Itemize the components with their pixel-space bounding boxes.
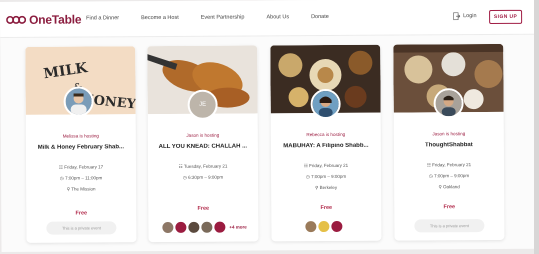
event-title[interactable]: Milk & Honey February Shab... [30, 144, 132, 151]
nav-event-partnership[interactable]: Event Partnership [201, 15, 245, 21]
event-location: ⚲ Berkeley [315, 184, 338, 191]
guest-avatar [331, 220, 343, 232]
guest-avatar [175, 221, 187, 233]
event-time: ◷ 6:30pm – 9:00pm [182, 174, 224, 180]
event-price: Free [320, 204, 333, 212]
nav-become-host[interactable]: Become a Host [141, 15, 179, 21]
avatar-initials: JE [199, 101, 207, 108]
dinner-card[interactable]: JE Jason is hosting ALL YOU KNEAD: CHALL… [147, 45, 259, 243]
guest-avatar [318, 220, 330, 233]
private-event-pill: This is a private event [414, 219, 485, 233]
guest-avatars: +4 more [162, 221, 247, 234]
guest-avatar [188, 221, 200, 233]
host-label: Jason is hosting [432, 131, 466, 137]
nav-donate[interactable]: Donate [311, 14, 329, 20]
login-label: Login [463, 13, 477, 20]
event-date: ☷ Friday, February 21 [303, 162, 349, 169]
event-location: ⚲ Oakland [438, 184, 460, 190]
dinner-card[interactable]: Rebecca is hosting MABUHAY: A Filipino S… [270, 44, 382, 242]
guest-avatar [214, 221, 226, 233]
guest-avatar [305, 221, 317, 233]
more-guests-link[interactable]: +4 more [229, 224, 246, 229]
private-event-pill: This is a private event [46, 221, 117, 235]
onetable-logo[interactable]: OneTable [6, 12, 81, 28]
event-date: ☷ Tuesday, February 21 [178, 163, 228, 169]
rings-logo-icon [6, 15, 27, 24]
site-header: OneTable Find a Dinner Become a Host Eve… [0, 0, 535, 38]
event-price: Free [75, 210, 88, 217]
dinner-card[interactable]: MILK & HONEY Melissa is hosting Milk & H… [25, 46, 137, 243]
page-edge [534, 0, 539, 254]
logo-text: OneTable [29, 12, 82, 27]
event-title[interactable]: ThoughtShabbat [398, 142, 500, 149]
event-title[interactable]: MABUHAY: A Filipino Shabb... [275, 143, 377, 150]
login-icon [453, 12, 461, 21]
main-nav: Find a Dinner Become a Host Event Partne… [86, 14, 329, 21]
nav-about-us[interactable]: About Us [266, 14, 289, 20]
host-avatar [433, 88, 464, 119]
event-time: ◷ 7:00pm – 9:00pm [428, 173, 470, 179]
host-avatar [310, 88, 341, 120]
host-label: Melissa is hosting [62, 133, 99, 139]
event-price: Free [197, 205, 210, 212]
event-date: ☷ Friday, February 17 [58, 164, 104, 170]
event-time: ◷ 7:00pm – 9:00pm [305, 173, 347, 180]
event-location: ⚲ The Mission [66, 186, 96, 192]
signup-button[interactable]: SIGN UP [489, 9, 523, 25]
event-time: ◷ 7:00pm – 11:00pm [59, 175, 103, 181]
dinner-card[interactable]: Jason is hosting ThoughtShabbat ☷ Friday… [393, 43, 505, 241]
page: OneTable Find a Dinner Become a Host Eve… [0, 0, 536, 252]
event-price: Free [443, 204, 456, 211]
host-label: Rebecca is hosting [306, 131, 346, 138]
guest-avatar [162, 221, 174, 234]
host-avatar [63, 86, 94, 117]
event-title[interactable]: ALL YOU KNEAD: CHALLAH ... [152, 143, 254, 150]
login-link[interactable]: Login [453, 12, 477, 21]
guest-avatar [201, 221, 213, 233]
host-avatar: JE [187, 89, 218, 120]
guest-avatars [305, 220, 343, 233]
host-label: Jason is hosting [186, 132, 220, 138]
nav-find-dinner[interactable]: Find a Dinner [86, 15, 119, 21]
event-date: ☷ Friday, February 21 [426, 162, 472, 168]
